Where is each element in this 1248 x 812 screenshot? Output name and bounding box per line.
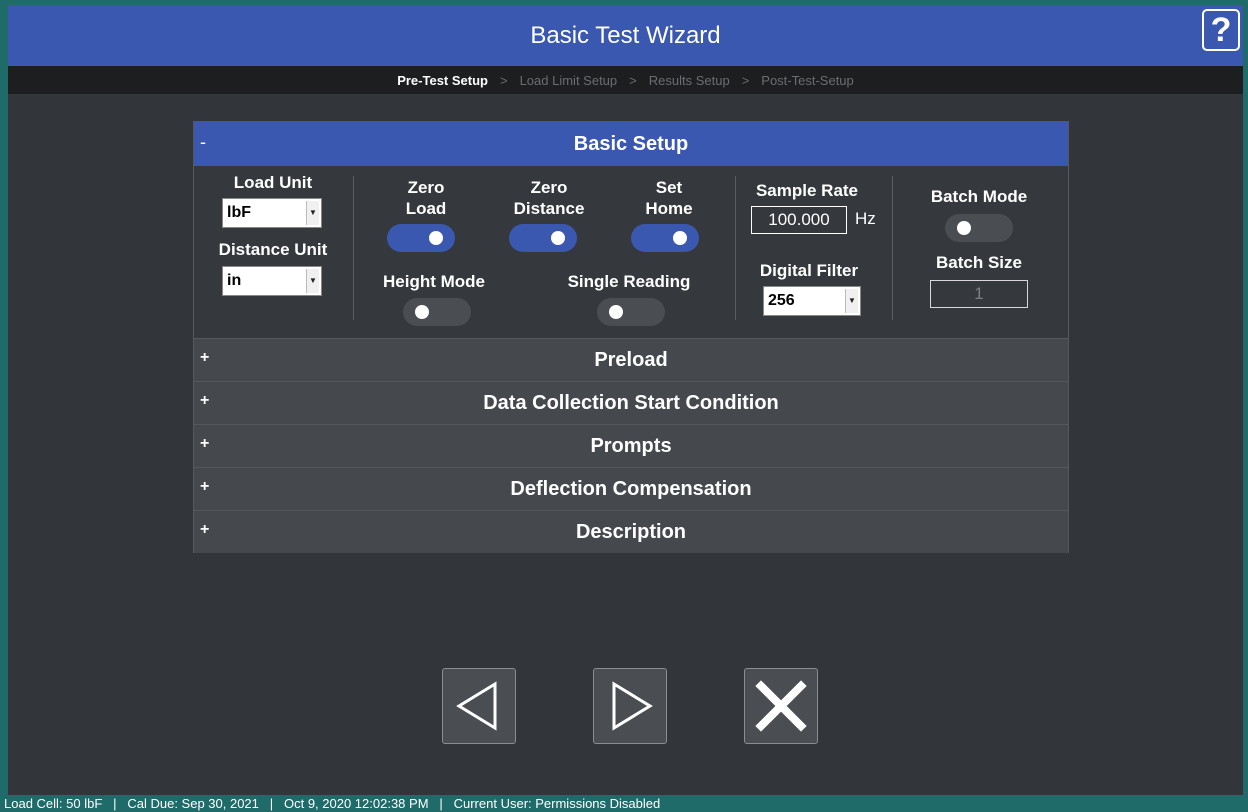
current-user-status: Current User: Permissions Disabled [453, 796, 661, 811]
breadcrumb-step-pre-test[interactable]: Pre-Test Setup [397, 73, 488, 88]
section-label: Deflection Compensation [510, 477, 752, 500]
load-unit-label: Load Unit [233, 173, 313, 192]
column-divider [892, 176, 893, 320]
load-cell-status: Load Cell: 50 lbF [4, 796, 103, 811]
expand-toggle[interactable]: + [200, 521, 209, 539]
section-label: Description [575, 520, 687, 543]
distance-unit-value: in [227, 272, 242, 289]
zero-distance-label-line1: Zero [530, 178, 568, 197]
triangle-right-icon [612, 681, 653, 731]
back-button[interactable] [442, 668, 516, 744]
breadcrumb-separator: > [629, 72, 637, 88]
set-home-label-line1: Set [655, 178, 683, 197]
cal-due-status: Cal Due: Sep 30, 2021 [127, 796, 259, 811]
title-bar: Basic Test Wizard ? [8, 5, 1243, 66]
distance-unit-select[interactable]: in ▼ [222, 266, 322, 296]
section-label: Preload [594, 348, 668, 371]
set-home-label: Set Home [624, 177, 714, 219]
batch-size-input: 1 [930, 280, 1028, 308]
zero-load-label-line2: Load [405, 199, 447, 218]
breadcrumb-separator: > [499, 72, 508, 88]
load-unit-value: lbF [227, 204, 251, 221]
section-data-collection-start[interactable]: + Data Collection Start Condition [194, 381, 1068, 424]
section-label: Prompts [590, 434, 672, 457]
status-bar: Load Cell: 50 lbF | Cal Due: Sep 30, 202… [0, 795, 1248, 812]
wizard-window: Basic Test Wizard ? Pre-Test Setup > Loa… [8, 5, 1243, 795]
breadcrumb-step-results[interactable]: Results Setup [649, 73, 730, 88]
window-title: Basic Test Wizard [530, 21, 721, 49]
dropdown-arrow-icon: ▼ [306, 201, 319, 225]
breadcrumb-step-post-test[interactable]: Post-Test-Setup [761, 73, 854, 88]
help-button[interactable]: ? [1202, 9, 1240, 51]
column-divider [735, 176, 736, 320]
zero-distance-label-line2: Distance [513, 199, 585, 218]
triangle-left-icon [456, 681, 497, 731]
expand-toggle[interactable]: + [200, 349, 209, 367]
column-divider [353, 176, 354, 320]
next-button[interactable] [593, 668, 667, 744]
section-deflection-compensation[interactable]: + Deflection Compensation [194, 467, 1068, 510]
section-description[interactable]: + Description [194, 510, 1068, 553]
digital-filter-label: Digital Filter [759, 261, 859, 280]
expand-toggle[interactable]: + [200, 392, 209, 410]
basic-setup-body: Load Unit lbF ▼ Distance Unit in ▼ Zero … [194, 166, 1068, 338]
section-label: Data Collection Start Condition [483, 391, 779, 414]
datetime-status: Oct 9, 2020 12:02:38 PM [283, 796, 429, 811]
single-reading-label: Single Reading [567, 272, 691, 291]
section-prompts[interactable]: + Prompts [194, 424, 1068, 467]
status-separator: | [269, 796, 274, 811]
cancel-button[interactable] [744, 668, 818, 744]
sample-rate-label: Sample Rate [755, 181, 859, 200]
expand-toggle[interactable]: + [200, 435, 209, 453]
set-home-toggle[interactable] [631, 224, 699, 252]
expand-toggle[interactable]: + [200, 478, 209, 496]
dropdown-arrow-icon: ▼ [845, 289, 858, 313]
setup-panel: - Basic Setup Load Unit lbF ▼ Distance U… [193, 121, 1069, 553]
dropdown-arrow-icon: ▼ [306, 269, 319, 293]
zero-load-toggle[interactable] [387, 224, 455, 252]
zero-load-label-line1: Zero [407, 178, 445, 197]
height-mode-toggle[interactable] [403, 298, 471, 326]
basic-setup-header[interactable]: - Basic Setup [194, 122, 1068, 166]
collapse-toggle[interactable]: - [200, 132, 206, 153]
status-separator: | [113, 796, 117, 811]
breadcrumb-separator: > [741, 72, 750, 88]
breadcrumb: Pre-Test Setup > Load Limit Setup > Resu… [8, 66, 1243, 94]
zero-load-label: Zero Load [381, 177, 471, 219]
close-x-icon [755, 680, 807, 732]
digital-filter-value: 256 [768, 292, 795, 309]
digital-filter-select[interactable]: 256 ▼ [763, 286, 861, 316]
basic-setup-title: Basic Setup [573, 132, 689, 155]
breadcrumb-step-load-limit[interactable]: Load Limit Setup [520, 73, 618, 88]
batch-size-label: Batch Size [936, 253, 1022, 272]
batch-mode-label: Batch Mode [930, 187, 1028, 206]
load-unit-select[interactable]: lbF ▼ [222, 198, 322, 228]
batch-mode-toggle[interactable] [945, 214, 1013, 242]
section-preload[interactable]: + Preload [194, 338, 1068, 381]
distance-unit-label: Distance Unit [218, 240, 328, 259]
status-separator: | [439, 796, 443, 811]
zero-distance-toggle[interactable] [509, 224, 577, 252]
set-home-label-line2: Home [645, 199, 693, 218]
height-mode-label: Height Mode [383, 272, 485, 291]
sample-rate-unit: Hz [855, 209, 876, 228]
zero-distance-label: Zero Distance [494, 177, 604, 219]
sample-rate-input[interactable]: 100.000 [751, 206, 847, 234]
single-reading-toggle[interactable] [597, 298, 665, 326]
